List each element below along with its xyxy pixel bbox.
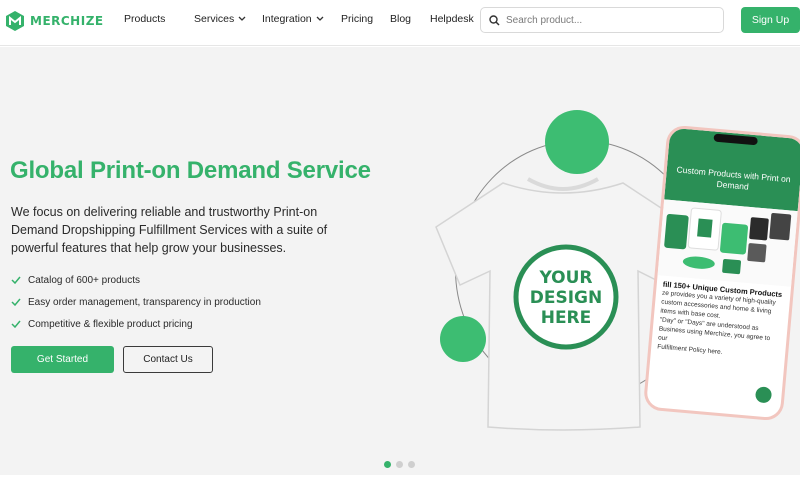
chevron-down-icon bbox=[238, 16, 246, 21]
nav-helpdesk-label: Helpdesk bbox=[430, 13, 474, 25]
tshirt-print-line2: DESIGN bbox=[530, 288, 602, 308]
nav-integration-label: Integration bbox=[262, 13, 312, 25]
tshirt-print-line1: YOUR bbox=[538, 268, 592, 288]
nav-pricing[interactable]: Pricing bbox=[341, 13, 373, 25]
tshirt-print-line3: HERE bbox=[541, 308, 592, 328]
carousel-dot-1[interactable] bbox=[384, 461, 391, 468]
check-icon bbox=[11, 320, 23, 328]
merchize-logo-icon bbox=[6, 11, 24, 31]
decorative-circle bbox=[440, 316, 486, 362]
chat-icon bbox=[754, 386, 773, 404]
search-icon bbox=[489, 14, 500, 26]
get-started-button[interactable]: Get Started bbox=[11, 346, 114, 373]
nav-products-label: Products bbox=[124, 13, 166, 25]
feature-item: Competitive & flexible product pricing bbox=[11, 313, 261, 335]
hero-description: We focus on delivering reliable and trus… bbox=[11, 205, 328, 255]
hero-title: Global Print-on Demand Service bbox=[10, 157, 371, 184]
nav-products[interactable]: Products bbox=[124, 13, 165, 25]
carousel-dot-3[interactable] bbox=[408, 461, 415, 468]
product-collage bbox=[664, 207, 792, 275]
feature-item: Easy order management, transparency in p… bbox=[11, 291, 261, 313]
decorative-circle bbox=[545, 110, 609, 174]
top-navbar: MERCHIZE Products Services Integration P… bbox=[0, 0, 800, 46]
nav-integration[interactable]: Integration bbox=[262, 13, 324, 25]
nav-services[interactable]: Services bbox=[194, 13, 246, 25]
phone-product-image bbox=[657, 199, 798, 287]
check-icon bbox=[11, 276, 23, 284]
check-icon bbox=[11, 298, 23, 306]
search-input[interactable] bbox=[506, 14, 706, 26]
carousel-dots bbox=[384, 461, 415, 468]
search-box[interactable] bbox=[480, 7, 724, 33]
feature-text: Catalog of 600+ products bbox=[28, 274, 141, 286]
phone-mockup: Custom Products with Print on Demand fil… bbox=[642, 124, 800, 422]
feature-text: Competitive & flexible product pricing bbox=[28, 318, 193, 330]
feature-list: Catalog of 600+ products Easy order mana… bbox=[11, 269, 261, 335]
carousel-dot-2[interactable] bbox=[396, 461, 403, 468]
merchize-logo[interactable]: MERCHIZE bbox=[4, 10, 104, 32]
phone-screen: Custom Products with Print on Demand fil… bbox=[646, 127, 800, 419]
nav-pricing-label: Pricing bbox=[341, 13, 374, 25]
contact-us-button[interactable]: Contact Us bbox=[123, 346, 213, 373]
feature-text: Easy order management, transparency in p… bbox=[28, 296, 261, 308]
feature-item: Catalog of 600+ products bbox=[11, 269, 261, 291]
brand-name: MERCHIZE bbox=[30, 14, 104, 28]
nav-blog-label: Blog bbox=[390, 13, 412, 25]
phone-text-block: fill 150+ Unique Custom Products ze prov… bbox=[651, 275, 791, 366]
signup-button[interactable]: Sign Up bbox=[741, 7, 800, 33]
nav-services-label: Services bbox=[194, 13, 235, 25]
nav-blog[interactable]: Blog bbox=[390, 13, 411, 25]
nav-helpdesk[interactable]: Helpdesk bbox=[430, 13, 474, 25]
chevron-down-icon bbox=[316, 16, 324, 21]
